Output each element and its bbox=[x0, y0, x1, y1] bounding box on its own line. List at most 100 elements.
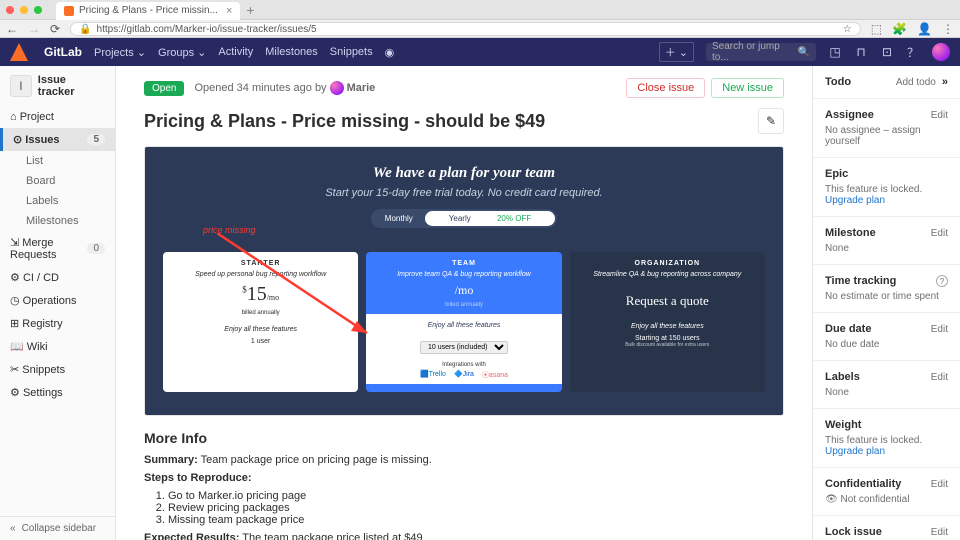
collapse-sidebar-button[interactable]: «Collapse sidebar bbox=[0, 516, 115, 540]
close-issue-button[interactable]: Close issue bbox=[626, 78, 705, 98]
collapse-icon: « bbox=[10, 523, 16, 534]
forward-icon[interactable]: → bbox=[28, 22, 40, 36]
billing-toggle: Monthly Yearly 20% OFF bbox=[371, 209, 557, 228]
edit-issue-button[interactable]: ✎ bbox=[758, 108, 784, 134]
plan-starter: STARTER Speed up personal bug reporting … bbox=[163, 252, 358, 392]
nav-plus[interactable]: ＋ ⌄ bbox=[659, 42, 694, 62]
tab-close-icon[interactable]: × bbox=[226, 5, 232, 17]
nav-milestones[interactable]: Milestones bbox=[265, 46, 318, 58]
confidentiality-section: ConfidentialityEdit👁 Not confidential bbox=[813, 468, 960, 516]
sidebar-sub-labels[interactable]: Labels bbox=[0, 191, 115, 211]
users-select: 10 users (included) bbox=[420, 341, 508, 354]
upgrade-link[interactable]: Upgrade plan bbox=[825, 446, 885, 457]
star-icon[interactable]: ☆ bbox=[843, 24, 852, 35]
issue-description: More Info Summary: Team package price on… bbox=[144, 430, 784, 540]
time-tracking-section: Time tracking?No estimate or time spent bbox=[813, 265, 960, 313]
due-date-section: Due dateEditNo due date bbox=[813, 313, 960, 361]
nav-groups[interactable]: Groups ⌄ bbox=[158, 46, 206, 59]
edit-link[interactable]: Edit bbox=[931, 110, 948, 121]
author-avatar-icon bbox=[330, 81, 344, 95]
issue-status-badge: Open bbox=[144, 81, 184, 96]
issue-title: Pricing & Plans - Price missing - should… bbox=[144, 111, 758, 132]
nav-activity[interactable]: Activity bbox=[218, 46, 253, 58]
sidebar-item-project[interactable]: ⌂ Project bbox=[0, 106, 115, 128]
issues-count-badge: 5 bbox=[87, 134, 105, 145]
upgrade-link[interactable]: Upgrade plan bbox=[825, 195, 885, 206]
hero-subtext: Start your 15-day free trial today. No c… bbox=[145, 187, 783, 199]
sidebar-item-issues[interactable]: ⊙ Issues5 bbox=[0, 128, 115, 151]
gitlab-logo-icon[interactable] bbox=[10, 43, 28, 61]
chrome-icon[interactable]: 🧩 bbox=[892, 22, 907, 36]
gitlab-top-nav: GitLab Projects ⌄ Groups ⌄ Activity Mile… bbox=[0, 38, 960, 66]
step-item: Missing team package price bbox=[168, 514, 784, 526]
plan-team: TEAM Improve team QA & bug reporting wor… bbox=[366, 252, 561, 392]
favicon bbox=[64, 6, 74, 16]
new-issue-button[interactable]: New issue bbox=[711, 78, 784, 98]
plan-organization: ORGANIZATION Streamline QA & bug reporti… bbox=[570, 252, 765, 392]
issue-attachment-image: We have a plan for your team Start your … bbox=[144, 146, 784, 416]
nav-snippets[interactable]: Snippets bbox=[330, 46, 373, 58]
browser-tab[interactable]: Pricing & Plans - Price missin... × bbox=[56, 2, 240, 20]
nav-todos-icon[interactable]: ⊡ bbox=[880, 45, 894, 59]
issue-main-content: Open Opened 34 minutes ago byMarie Close… bbox=[116, 66, 812, 540]
sidebar-sub-board[interactable]: Board bbox=[0, 171, 115, 191]
project-avatar: I bbox=[10, 75, 32, 97]
nav-mr-icon[interactable]: ⊓ bbox=[854, 45, 868, 59]
chrome-menu-icon[interactable]: ⋮ bbox=[942, 22, 954, 36]
chrome-avatar-icon[interactable]: 👤 bbox=[917, 22, 932, 36]
edit-link[interactable]: Edit bbox=[931, 228, 948, 239]
hero-heading: We have a plan for your team bbox=[145, 165, 783, 182]
add-todo-button[interactable]: Add todo bbox=[896, 77, 936, 88]
sidebar-item-snippets[interactable]: ✂ Snippets bbox=[0, 358, 115, 381]
milestone-section: MilestoneEditNone bbox=[813, 217, 960, 265]
new-tab-button[interactable]: + bbox=[246, 2, 254, 18]
assignee-section: AssigneeEditNo assignee – assign yoursel… bbox=[813, 99, 960, 158]
pencil-icon: ✎ bbox=[766, 114, 776, 128]
step-item: Review pricing packages bbox=[168, 502, 784, 514]
edit-link[interactable]: Edit bbox=[931, 372, 948, 383]
sidebar-sub-milestones[interactable]: Milestones bbox=[0, 211, 115, 231]
sidebar-item-settings[interactable]: ⚙ Settings bbox=[0, 381, 115, 404]
step-item: Go to Marker.io pricing page bbox=[168, 490, 784, 502]
todo-section: TodoAdd todo» bbox=[813, 66, 960, 99]
url-text: https://gitlab.com/Marker-io/issue-track… bbox=[97, 24, 317, 35]
epic-section: EpicThis feature is locked. Upgrade plan bbox=[813, 158, 960, 217]
collapse-right-icon[interactable]: » bbox=[942, 76, 948, 88]
edit-link[interactable]: Edit bbox=[931, 479, 948, 490]
sidebar-item-cicd[interactable]: ⚙ CI / CD bbox=[0, 266, 115, 289]
help-icon[interactable]: ? bbox=[936, 275, 948, 287]
sidebar-item-merge-requests[interactable]: ⇲ Merge Requests0 bbox=[0, 231, 115, 266]
weight-section: WeightThis feature is locked. Upgrade pl… bbox=[813, 409, 960, 468]
project-title: Issue tracker bbox=[38, 74, 105, 98]
edit-link[interactable]: Edit bbox=[931, 527, 948, 538]
lock-icon: 🔒 bbox=[79, 24, 91, 35]
sidebar-sub-list[interactable]: List bbox=[0, 151, 115, 171]
nav-projects[interactable]: Projects ⌄ bbox=[94, 46, 146, 59]
traffic-lights[interactable] bbox=[6, 6, 42, 14]
eye-icon: 👁 bbox=[825, 494, 838, 505]
nav-help-icon[interactable]: ？ bbox=[906, 44, 920, 61]
chrome-icon[interactable]: ⬚ bbox=[871, 22, 882, 36]
reload-icon[interactable]: ⟳ bbox=[50, 22, 60, 36]
nav-user-avatar[interactable] bbox=[932, 43, 950, 61]
back-icon[interactable]: ← bbox=[6, 22, 18, 36]
annotation-label: price missing bbox=[203, 225, 256, 235]
sidebar-item-operations[interactable]: ◷ Operations bbox=[0, 289, 115, 312]
url-bar[interactable]: 🔒 https://gitlab.com/Marker-io/issue-tra… bbox=[70, 22, 861, 36]
browser-chrome: Pricing & Plans - Price missin... × + ← … bbox=[0, 0, 960, 38]
nav-telescope-icon[interactable]: ◉ bbox=[385, 46, 395, 59]
nav-issues-icon[interactable]: ◳ bbox=[828, 45, 842, 59]
labels-section: LabelsEditNone bbox=[813, 361, 960, 409]
lock-issue-section: Lock issueEdit🔓 Unlocked bbox=[813, 516, 960, 540]
edit-link[interactable]: Edit bbox=[931, 324, 948, 335]
issue-opened-meta: Opened 34 minutes ago byMarie bbox=[194, 81, 375, 95]
tab-title: Pricing & Plans - Price missin... bbox=[79, 5, 218, 16]
global-search[interactable]: Search or jump to...🔍 bbox=[706, 43, 816, 61]
right-sidebar: TodoAdd todo» AssigneeEditNo assignee – … bbox=[812, 66, 960, 540]
more-info-heading: More Info bbox=[144, 430, 784, 446]
search-icon: 🔍 bbox=[798, 47, 810, 58]
left-sidebar: I Issue tracker ⌂ Project ⊙ Issues5 List… bbox=[0, 66, 116, 540]
sidebar-item-wiki[interactable]: 📖 Wiki bbox=[0, 335, 115, 358]
sidebar-item-registry[interactable]: ⊞ Registry bbox=[0, 312, 115, 335]
mr-count-badge: 0 bbox=[87, 243, 105, 254]
